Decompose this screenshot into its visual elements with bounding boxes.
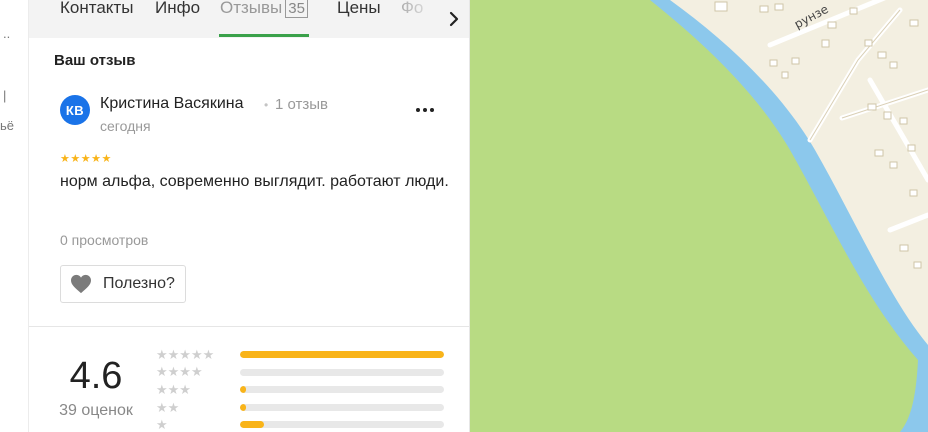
tab-info-label: Инфо xyxy=(155,0,201,17)
more-dots-icon xyxy=(416,108,434,112)
author-name[interactable]: Кристина Васякина xyxy=(100,95,244,113)
distribution-stars-1: ★ xyxy=(156,417,168,432)
section-divider xyxy=(29,326,469,327)
your-review-title: Ваш отзыв xyxy=(54,52,136,69)
tabs-next-button[interactable] xyxy=(438,0,469,38)
tab-contacts[interactable]: Контакты xyxy=(60,0,133,38)
distribution-bar-5 xyxy=(240,351,444,358)
average-rating: 4.6 xyxy=(69,355,123,397)
avatar[interactable]: КВ xyxy=(60,95,90,125)
distribution-stars-3: ★★★ xyxy=(156,382,191,397)
useful-button[interactable]: Полезно? xyxy=(60,265,186,303)
distribution-fill-2 xyxy=(240,404,247,411)
useful-button-label: Полезно? xyxy=(103,275,175,292)
rail-mark-bottom: ьё xyxy=(0,118,15,133)
tab-reviews[interactable]: Отзывы 35 xyxy=(219,0,309,38)
review-more-button[interactable] xyxy=(411,100,439,120)
review-text: норм альфа, современно выглядит. работаю… xyxy=(60,173,449,190)
tab-prices-label: Цены xyxy=(337,0,381,17)
distribution-stars-5: ★★★★★ xyxy=(156,347,215,362)
distribution-bar-1 xyxy=(240,421,444,428)
distribution-stars-4: ★★★★ xyxy=(156,364,203,379)
author-separator-dot: • xyxy=(264,98,269,112)
distribution-fill-3 xyxy=(240,386,247,393)
place-card-panel: Контакты Инфо Отзывы35 Цены Фо Ваш отзыв… xyxy=(29,0,470,432)
review-views: 0 просмотров xyxy=(60,232,149,248)
tab-reviews-label: Отзывы xyxy=(220,0,283,17)
tab-contacts-label: Контакты xyxy=(60,0,134,17)
rail-mark-mid: | xyxy=(3,88,7,103)
map-view[interactable]: рунзе xyxy=(470,0,928,432)
author-reviews-count: 1 отзыв xyxy=(275,96,329,113)
distribution-fill-1 xyxy=(240,421,265,428)
distribution-bar-2 xyxy=(240,404,444,411)
left-rail: .. | ьё xyxy=(0,0,29,432)
review-date: сегодня xyxy=(100,118,151,134)
map-canvas xyxy=(470,0,928,432)
ratings-count: 39 оценок xyxy=(59,402,133,419)
tabs-bar: Контакты Инфо Отзывы35 Цены Фо xyxy=(29,0,469,38)
distribution-stars-2: ★★ xyxy=(156,400,180,415)
review-rating-stars: ★★★★★ xyxy=(60,153,112,165)
tab-info[interactable]: Инфо xyxy=(155,0,200,38)
tab-prices[interactable]: Цены xyxy=(337,0,381,38)
tab-reviews-count: 35 xyxy=(285,0,308,18)
rail-mark-top: .. xyxy=(3,26,11,41)
distribution-bar-3 xyxy=(240,386,444,393)
heart-icon xyxy=(71,274,91,294)
distribution-bar-4 xyxy=(240,369,444,376)
distribution-fill-5 xyxy=(240,351,444,358)
chevron-right-icon xyxy=(449,11,458,27)
